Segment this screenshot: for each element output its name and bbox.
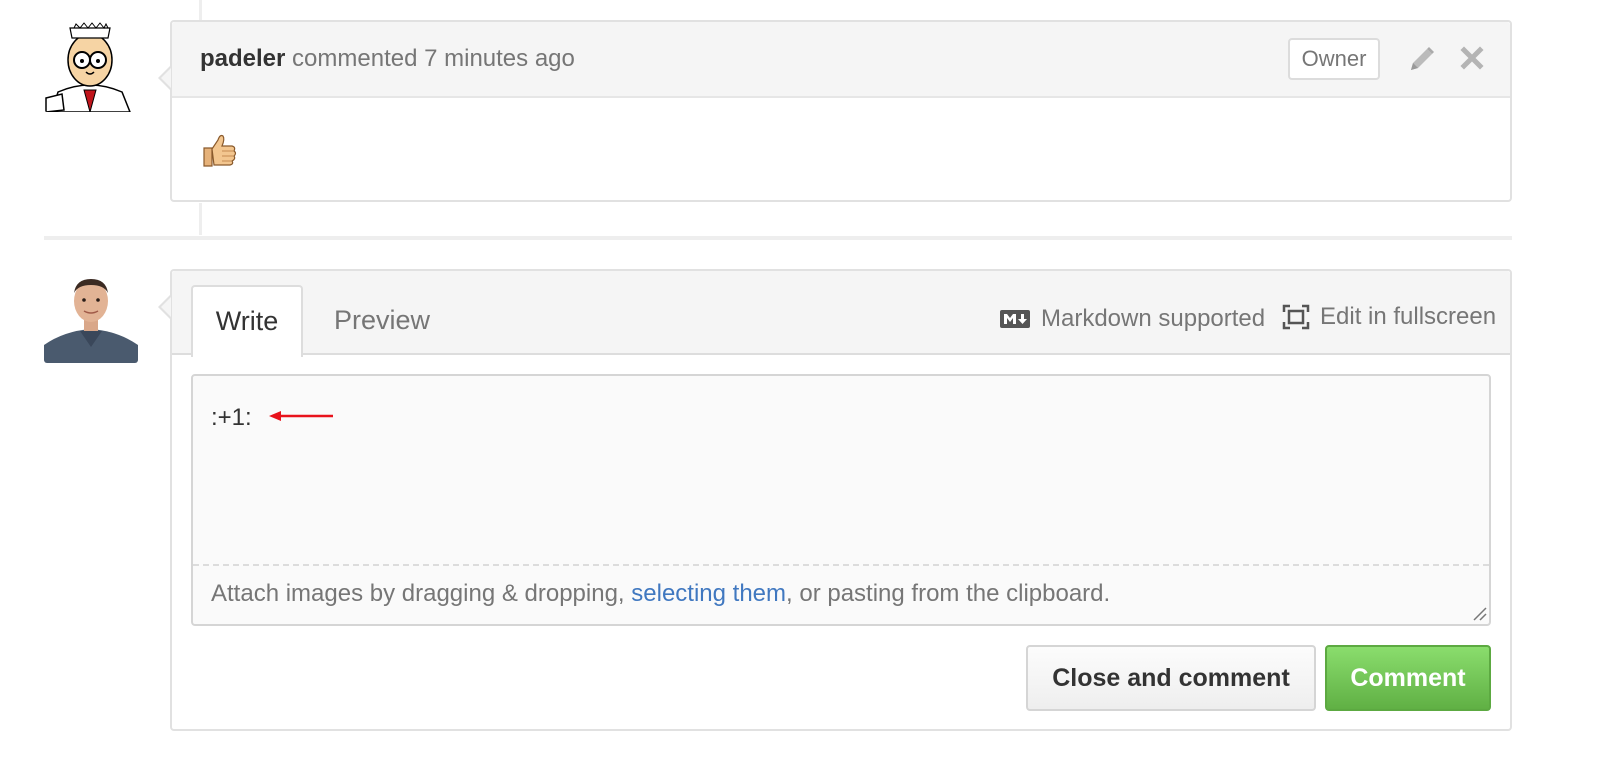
comment-textarea[interactable]: :+1: [193, 376, 1489, 566]
form-tabbar: Write Preview Markdown supported Edit in… [172, 271, 1510, 357]
new-comment-form: Write Preview Markdown supported Edit in… [158, 269, 1512, 731]
comment-body [200, 130, 240, 175]
thumbs-up-icon [203, 134, 237, 167]
tab-write[interactable]: Write [191, 285, 303, 357]
timeline-separator [44, 236, 1512, 240]
timeline-rail [199, 0, 202, 22]
fullscreen-label: Edit in fullscreen [1320, 303, 1497, 330]
attach-hint-prefix: Attach images by dragging & dropping, [211, 580, 632, 607]
tab-preview[interactable]: Preview [322, 285, 442, 357]
attach-hint-suffix: , or pasting from the clipboard. [786, 580, 1111, 607]
avatar-current-user[interactable] [44, 269, 138, 363]
markdown-hint[interactable]: Markdown supported [999, 305, 1265, 333]
write-area: :+1: Attach images by dragging & droppin… [191, 374, 1491, 626]
avatar-padeler[interactable] [44, 20, 136, 112]
resize-handle-icon[interactable] [1471, 605, 1487, 621]
markdown-hint-label: Markdown supported [1041, 305, 1266, 332]
x-icon[interactable] [1458, 44, 1486, 72]
timeline-rail [199, 203, 202, 235]
comment-card: padeler commented 7 minutes ago Owner [158, 20, 1512, 202]
pencil-icon[interactable] [1407, 44, 1437, 74]
comment-button[interactable]: Comment [1325, 645, 1491, 711]
owner-badge: Owner [1288, 38, 1380, 80]
fullscreen-icon [1282, 304, 1310, 330]
annotation-arrow-icon [269, 411, 333, 421]
close-and-comment-button[interactable]: Close and comment [1026, 645, 1316, 711]
select-files-link[interactable]: selecting them [631, 580, 786, 607]
comment-timestamp: commented 7 minutes ago [285, 45, 575, 72]
textarea-value: :+1: [211, 404, 252, 431]
fullscreen-link[interactable]: Edit in fullscreen [1282, 303, 1496, 331]
comment-header: padeler commented 7 minutes ago Owner [172, 22, 1510, 98]
comment-meta: padeler commented 7 minutes ago [200, 45, 575, 73]
form-pointer [158, 295, 171, 319]
comment-pointer [158, 66, 171, 90]
markdown-icon [1000, 310, 1030, 328]
attach-hint: Attach images by dragging & dropping, se… [211, 580, 1110, 608]
comment-author-link[interactable]: padeler [200, 45, 285, 72]
